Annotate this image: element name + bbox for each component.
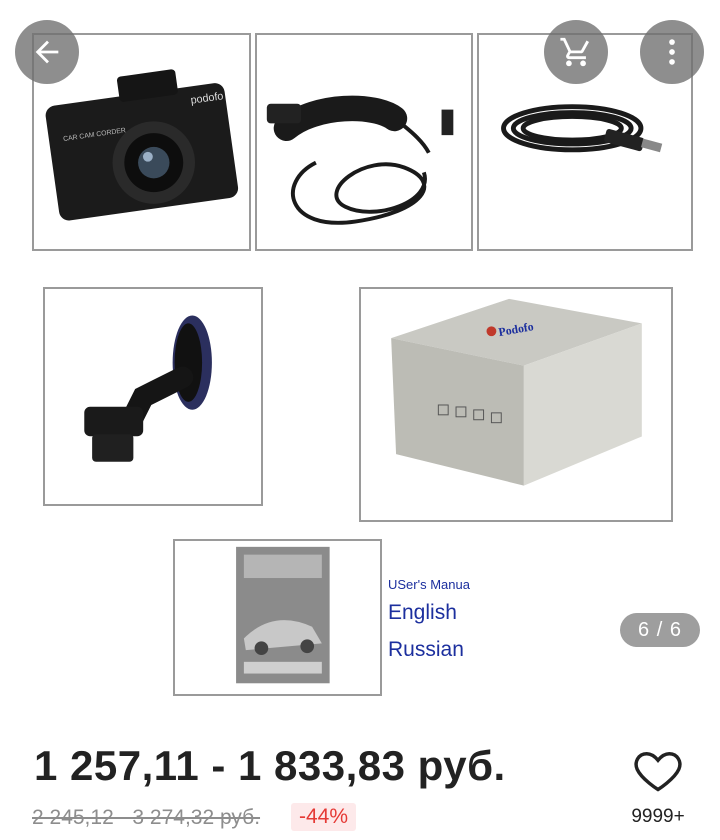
image-user-manual — [173, 539, 382, 696]
manual-language-english: English — [388, 601, 457, 624]
manual-language-russian: Russian — [388, 638, 464, 661]
price-range: 1 257,11 - 1 833,83 руб. — [34, 742, 506, 789]
arrow-left-icon — [35, 40, 59, 64]
price-section: 1 257,11 - 1 833,83 руб. 2 245,12 - 3 27… — [0, 728, 720, 840]
image-suction-mount — [43, 287, 263, 506]
more-options-button[interactable] — [640, 20, 704, 84]
heart-outline-icon — [634, 752, 682, 792]
cart-icon — [560, 37, 590, 67]
image-product-box: Podofo — [359, 287, 673, 522]
discount-badge: -44% — [291, 803, 357, 831]
wishlist-button[interactable]: 9999+ — [620, 742, 696, 832]
more-vert-icon — [669, 39, 675, 65]
product-image-gallery[interactable]: podofo CAR CAM CORDER Podofo USer's Manu… — [0, 0, 720, 728]
manual-heading: USer's Manua — [388, 577, 470, 592]
cart-button[interactable] — [544, 20, 608, 84]
old-price-range: 2 245,12 - 3 274,32 руб. — [32, 806, 261, 829]
image-counter: 6 / 6 — [620, 613, 700, 647]
wishlist-count: 9999+ — [631, 806, 685, 827]
back-button[interactable] — [15, 20, 79, 84]
image-car-charger — [255, 33, 473, 251]
